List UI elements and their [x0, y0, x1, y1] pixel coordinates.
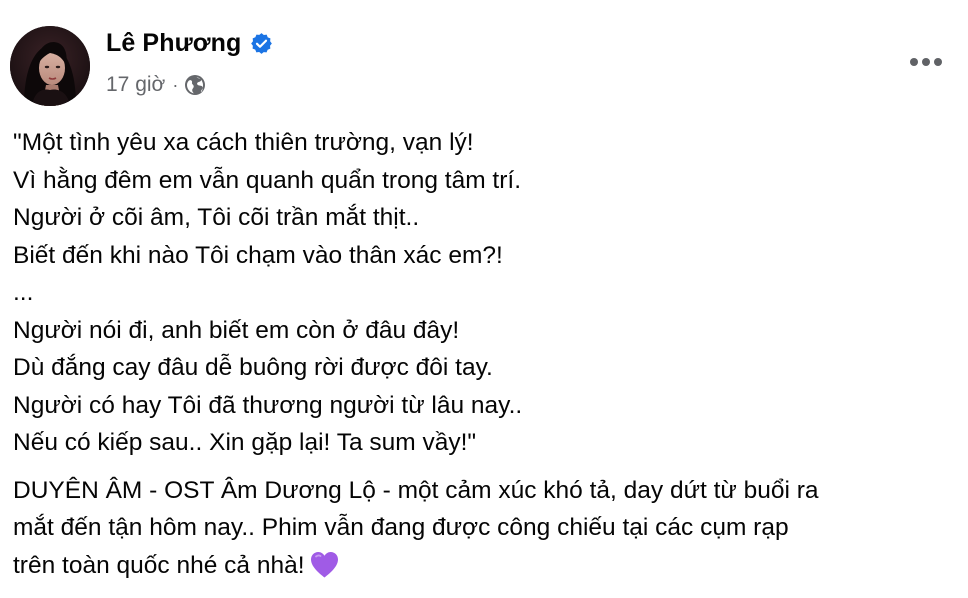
lyrics-line: "Một tình yêu xa cách thiên trường, vạn …: [13, 129, 474, 156]
lyrics-block: "Một tình yêu xa cách thiên trường, vạn …: [13, 124, 958, 462]
verified-badge-icon: [250, 32, 273, 55]
more-horizontal-icon-dot: [922, 58, 930, 66]
lyrics-line: Biết đến khi nào Tôi chạm vào thân xác e…: [13, 241, 503, 269]
more-options-button[interactable]: [902, 44, 950, 80]
facebook-post: Lê Phương 17 giờ · "Một tình yêu xa cách…: [0, 0, 968, 598]
author-name[interactable]: Lê Phương: [106, 29, 241, 58]
lyrics-line: Vì hằng đêm em vẫn quanh quẩn trong tâm …: [13, 166, 522, 194]
description-line: trên toàn quốc nhé cả nhà!: [13, 547, 958, 585]
more-horizontal-icon-dot: [909, 58, 918, 66]
lyrics-line: Người có hay Tôi đã thương người từ lâu …: [13, 391, 523, 419]
lyrics-line: Nếu có kiếp sau.. Xin gặp lại! Ta sum vầ…: [13, 429, 477, 456]
lyrics-line: Người ở cõi âm, Tôi cõi trần mắt thịt..: [13, 204, 420, 231]
author-header[interactable]: Lê Phương: [106, 29, 273, 58]
description-text: trên toàn quốc nhé cả nhà!: [13, 551, 305, 579]
avatar[interactable]: [10, 26, 90, 106]
description-line: mắt đến tận hôm nay.. Phim vẫn đang được…: [13, 514, 789, 541]
more-horizontal-icon-dot: [934, 58, 943, 66]
lyrics-line: ...: [13, 279, 34, 306]
description-line: DUYÊN ÂM - OST Âm Dương Lộ - một cảm xúc…: [13, 476, 819, 504]
avatar-photo: [10, 26, 90, 106]
lyrics-line: Dù đắng cay đâu dễ buông rời được đôi ta…: [13, 354, 493, 381]
post-content: "Một tình yêu xa cách thiên trường, vạn …: [13, 124, 958, 584]
meta-separator: ·: [172, 74, 179, 95]
purple-heart-icon: [309, 550, 340, 579]
post-meta: 17 giờ ·: [106, 73, 206, 97]
description-block: DUYÊN ÂM - OST Âm Dương Lộ - một cảm xúc…: [13, 472, 958, 585]
globe-icon[interactable]: [184, 74, 206, 96]
lyrics-line: Người nói đi, anh biết em còn ở đâu đây!: [13, 316, 460, 344]
post-timestamp[interactable]: 17 giờ: [106, 73, 165, 97]
